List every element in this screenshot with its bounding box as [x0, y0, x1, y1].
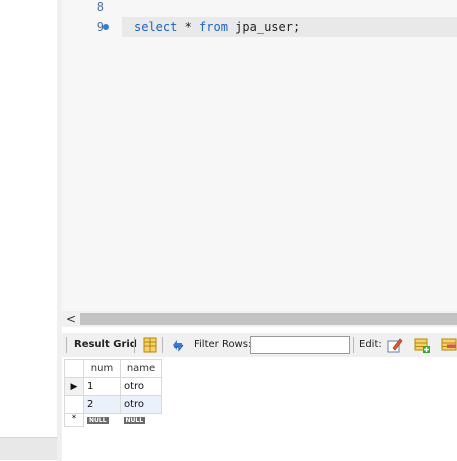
scroll-left-icon[interactable]: <	[64, 311, 78, 327]
editor-line-8[interactable]: 8	[62, 0, 457, 17]
table-row[interactable]: ▶ 1 otro	[64, 377, 162, 396]
column-header-name[interactable]: name	[120, 359, 162, 378]
filter-rows-label: Filter Rows:	[194, 339, 252, 350]
scrollbar-thumb[interactable]	[80, 313, 457, 325]
current-row-indicator-icon[interactable]: ▶	[64, 377, 84, 396]
null-badge: NULL	[87, 417, 109, 424]
grid-layout-icon[interactable]	[142, 337, 158, 353]
cell-name[interactable]: otro	[120, 395, 162, 414]
line-number: 9	[96, 20, 104, 34]
keyword-from: from	[199, 20, 228, 34]
sql-editor[interactable]: 8 9 select * from jpa_user;	[62, 0, 457, 311]
new-row-marker[interactable]: *	[64, 413, 84, 427]
cell-name[interactable]: otro	[120, 377, 162, 396]
editor-line-9[interactable]: 9 select * from jpa_user;	[62, 17, 457, 37]
refresh-icon[interactable]	[170, 337, 186, 353]
new-row[interactable]: * NULL NULL	[64, 413, 162, 427]
toolbar-separator	[134, 337, 135, 353]
cell-num[interactable]: 1	[83, 377, 121, 396]
table-row[interactable]: 2 otro	[64, 395, 162, 414]
delete-row-icon[interactable]	[441, 337, 457, 353]
line-number: 8	[96, 0, 104, 14]
column-header-num[interactable]: num	[83, 359, 121, 378]
toolbar-separator	[353, 337, 354, 353]
horizontal-scrollbar[interactable]: <	[62, 311, 457, 327]
corner-cell	[64, 359, 84, 378]
edit-cell-icon[interactable]	[387, 337, 403, 353]
table-reference: jpa_user;	[227, 20, 301, 34]
sql-statement[interactable]: select * from jpa_user;	[134, 17, 300, 37]
toolbar-separator	[162, 337, 163, 353]
row-header[interactable]	[64, 395, 84, 414]
editor-gutter	[62, 0, 122, 311]
add-row-icon[interactable]	[414, 337, 430, 353]
cell-num[interactable]: 2	[83, 395, 121, 414]
left-panel-footer	[0, 437, 57, 460]
edit-label: Edit:	[359, 339, 382, 350]
result-table: num name ▶ 1 otro 2 otro * NULL NULL	[64, 359, 162, 427]
result-grid[interactable]: num name ▶ 1 otro 2 otro * NULL NULL	[62, 357, 457, 461]
result-grid-tab[interactable]: Result Grid	[74, 333, 137, 357]
statement-marker-icon	[103, 24, 109, 30]
left-panel	[0, 0, 57, 461]
header-row: num name	[64, 359, 162, 378]
null-badge: NULL	[123, 417, 146, 424]
keyword-select: select	[134, 20, 178, 34]
result-toolbar: Result Grid Filter Rows: Edit:	[62, 333, 457, 357]
new-row-cell-num[interactable]: NULL	[84, 414, 121, 427]
filter-rows-input[interactable]	[250, 336, 350, 354]
new-row-cell-name[interactable]: NULL	[121, 414, 162, 427]
operator-star: *	[177, 20, 200, 34]
toolbar-separator	[66, 337, 67, 353]
